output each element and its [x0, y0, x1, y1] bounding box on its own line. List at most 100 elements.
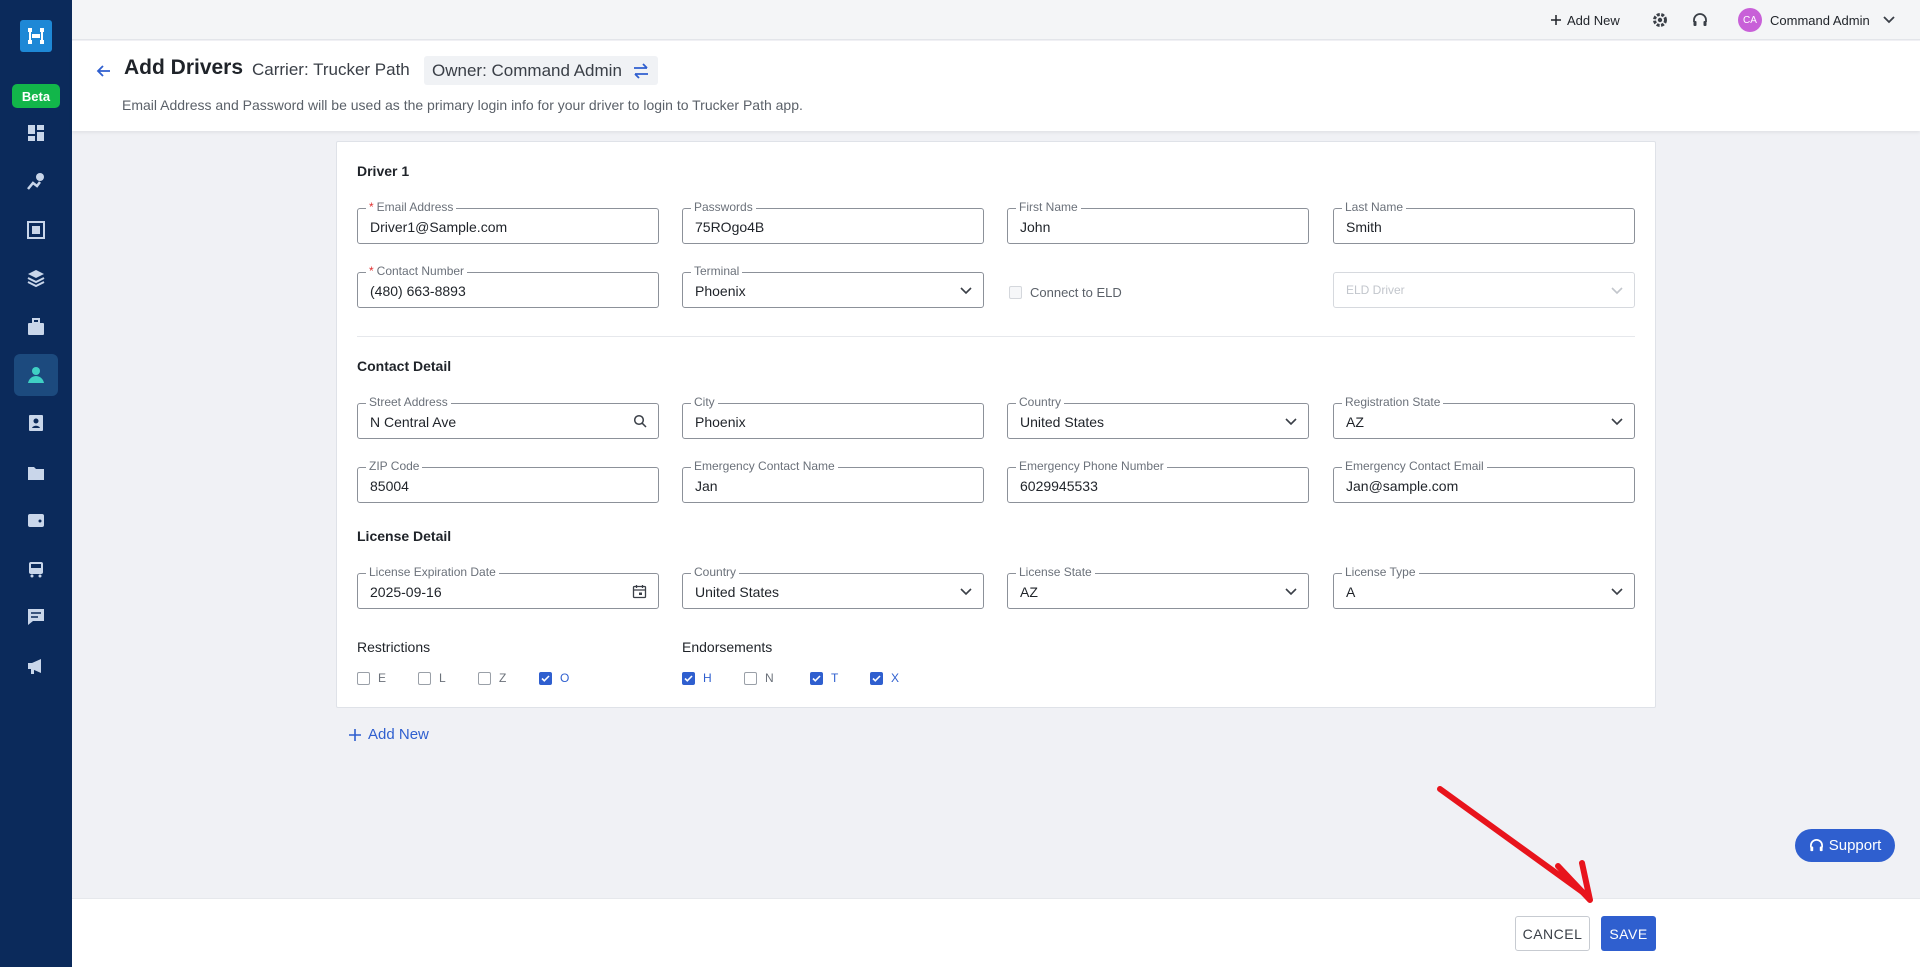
cancel-button[interactable]: CANCEL [1515, 916, 1590, 951]
support-label: Support [1828, 837, 1882, 854]
swap-icon[interactable] [632, 63, 650, 79]
email-field[interactable]: * Email Address Driver1@Sample.com [357, 200, 659, 244]
email-field-label: * Email Address [366, 200, 457, 214]
calendar-icon[interactable] [632, 584, 647, 599]
top-bar: Add New CA Command Admin [72, 0, 1920, 40]
emergency-contact-name-label: Emergency Contact Name [691, 459, 838, 473]
first-name-field-value: John [1020, 219, 1051, 235]
section-divider [357, 336, 1635, 337]
email-field-label-text: Email Address [376, 200, 454, 214]
contact-number-field-value: (480) 663-8893 [370, 283, 466, 299]
owner-label: Owner: Command Admin [432, 60, 622, 80]
license-country-select[interactable]: Country United States [682, 565, 984, 609]
headset-icon [1809, 839, 1823, 852]
endorsement-x-box[interactable] [870, 671, 883, 685]
back-arrow-icon[interactable] [96, 63, 112, 79]
add-new-driver-button[interactable]: Add New [348, 726, 429, 743]
emergency-contact-name-field[interactable]: Emergency Contact Name Jan [682, 459, 984, 503]
eld-driver-placeholder: ELD Driver [1346, 283, 1405, 297]
zip-code-label: ZIP Code [366, 459, 423, 473]
street-address-value: N Central Ave [370, 414, 457, 430]
license-expiration-label: License Expiration Date [366, 565, 499, 579]
license-type-select[interactable]: License Type A [1333, 565, 1635, 609]
add-new-driver-label: Add New [368, 726, 429, 743]
last-name-field-label: Last Name [1342, 200, 1407, 214]
plus-icon [349, 728, 361, 741]
folder-icon[interactable] [14, 451, 58, 493]
restriction-l-checkbox[interactable]: L [418, 671, 446, 685]
user-name[interactable]: Command Admin [1770, 0, 1870, 40]
drivers-icon[interactable] [14, 354, 58, 396]
restriction-z-box[interactable] [478, 671, 491, 685]
message-icon[interactable] [14, 596, 58, 638]
owner-switch[interactable]: Owner: Command Admin [424, 56, 658, 85]
endorsement-n-label: N [765, 671, 774, 685]
truck-icon[interactable] [14, 548, 58, 590]
endorsement-h-checkbox[interactable]: H [682, 671, 712, 685]
gear-icon[interactable] [1649, 9, 1671, 31]
dispatch-board-icon[interactable] [14, 209, 58, 251]
restriction-o-box[interactable] [539, 671, 552, 685]
endorsement-h-box[interactable] [682, 671, 695, 685]
zip-code-field[interactable]: ZIP Code 85004 [357, 459, 659, 503]
country-select[interactable]: Country United States [1007, 395, 1309, 439]
endorsement-n-box[interactable] [744, 671, 757, 685]
restriction-l-label: L [439, 671, 446, 685]
restriction-z-checkbox[interactable]: Z [478, 671, 506, 685]
terminal-select-value: Phoenix [695, 283, 746, 299]
page-header: Add Drivers Carrier: Trucker Path Owner:… [72, 41, 1920, 131]
check-icon [872, 674, 881, 682]
layers-icon[interactable] [14, 257, 58, 299]
wallet-icon[interactable] [14, 499, 58, 541]
endorsement-n-checkbox[interactable]: N [744, 671, 774, 685]
emergency-email-field[interactable]: Emergency Contact Email Jan@sample.com [1333, 459, 1635, 503]
emergency-phone-field[interactable]: Emergency Phone Number 6029945533 [1007, 459, 1309, 503]
street-address-field[interactable]: Street Address N Central Ave [357, 395, 659, 439]
terminal-select[interactable]: Terminal Phoenix [682, 264, 984, 308]
city-field-label: City [691, 395, 718, 409]
restriction-e-checkbox[interactable]: E [357, 671, 386, 685]
password-field-label: Passwords [691, 200, 756, 214]
chevron-down-icon[interactable] [1882, 12, 1896, 26]
license-state-select[interactable]: License State AZ [1007, 565, 1309, 609]
contact-number-field-label: * Contact Number [366, 264, 468, 278]
connect-eld-label: Connect to ELD [1030, 285, 1122, 300]
password-field[interactable]: Passwords 75ROgo4B [682, 200, 984, 244]
chevron-down-icon [960, 287, 972, 295]
check-icon [541, 674, 550, 682]
avatar[interactable]: CA [1738, 8, 1762, 32]
emergency-phone-label: Emergency Phone Number [1016, 459, 1167, 473]
contact-number-field[interactable]: * Contact Number (480) 663-8893 [357, 264, 659, 308]
connect-eld-box[interactable] [1009, 286, 1022, 299]
city-field[interactable]: City Phoenix [682, 395, 984, 439]
first-name-field[interactable]: First Name John [1007, 200, 1309, 244]
contact-card-icon[interactable] [14, 402, 58, 444]
megaphone-icon[interactable] [14, 645, 58, 687]
endorsement-t-checkbox[interactable]: T [810, 671, 838, 685]
support-button[interactable]: Support [1795, 829, 1895, 862]
save-button[interactable]: SAVE [1601, 916, 1656, 951]
search-icon[interactable] [633, 414, 647, 428]
route-pin-icon[interactable] [14, 160, 58, 202]
restriction-o-checkbox[interactable]: O [539, 671, 569, 685]
zip-code-value: 85004 [370, 478, 409, 494]
briefcase-icon[interactable] [14, 306, 58, 348]
emergency-phone-value: 6029945533 [1020, 478, 1098, 494]
restriction-e-box[interactable] [357, 671, 370, 685]
restriction-l-box[interactable] [418, 671, 431, 685]
restriction-e-label: E [378, 671, 387, 685]
license-expiration-field[interactable]: License Expiration Date 2025-09-16 [357, 565, 659, 609]
driver-section-title: Driver 1 [357, 163, 410, 179]
dashboard-icon[interactable] [14, 112, 58, 154]
last-name-field[interactable]: Last Name Smith [1333, 200, 1635, 244]
endorsement-x-checkbox[interactable]: X [870, 671, 899, 685]
top-add-new-button[interactable]: Add New [1550, 0, 1620, 40]
connect-eld-checkbox[interactable]: Connect to ELD [1009, 285, 1122, 300]
license-section-title: License Detail [357, 528, 452, 544]
app-logo-icon[interactable] [20, 20, 52, 52]
first-name-field-label: First Name [1016, 200, 1081, 214]
registration-state-select[interactable]: Registration State AZ [1333, 395, 1635, 439]
endorsement-t-box[interactable] [810, 671, 823, 685]
restriction-o-label: O [560, 671, 570, 685]
headset-icon[interactable] [1689, 9, 1711, 31]
